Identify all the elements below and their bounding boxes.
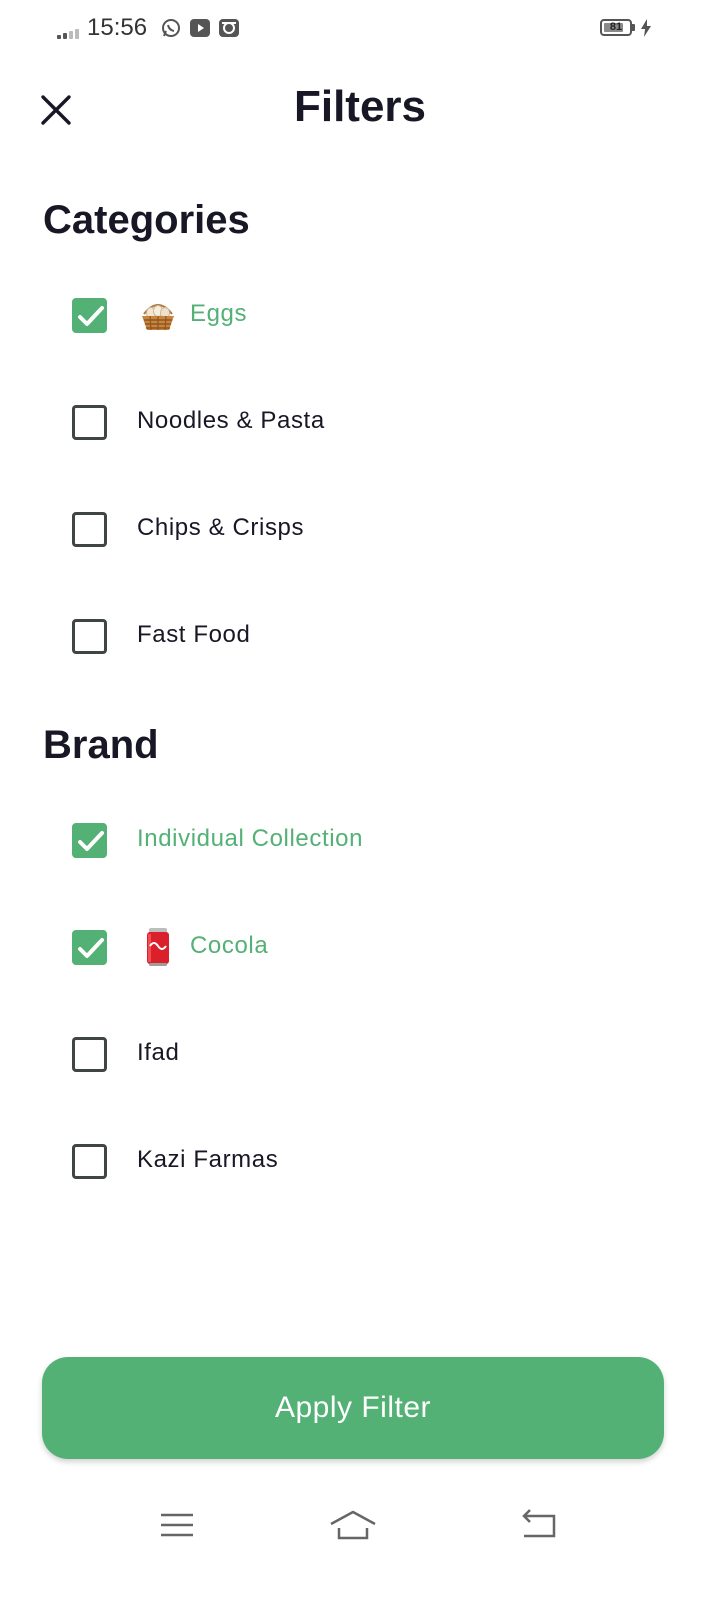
checkbox-checked[interactable] [72, 930, 107, 965]
option-label: Ifad [137, 1039, 180, 1066]
filter-option-individual-collection[interactable]: Individual Collection [70, 815, 670, 865]
system-nav-bar [0, 1490, 720, 1570]
checkbox-unchecked[interactable] [72, 405, 107, 440]
signal-icon [57, 27, 81, 39]
filter-option-chips-crisps[interactable]: Chips & Crisps [70, 504, 670, 554]
option-label: Individual Collection [137, 825, 364, 852]
filter-option-cocola[interactable]: Cocola [70, 922, 670, 972]
filter-option-ifad[interactable]: Ifad [70, 1029, 670, 1079]
checkbox-unchecked[interactable] [72, 619, 107, 654]
battery-level: 81 [609, 21, 623, 33]
option-label: Kazi Farmas [137, 1146, 279, 1173]
page-title: Filters [293, 82, 427, 131]
apply-filter-button[interactable]: Apply Filter [42, 1357, 664, 1459]
option-label: Fast Food [137, 621, 251, 648]
option-label: Cocola [190, 932, 269, 959]
instagram-icon [219, 19, 239, 37]
filter-option-fast-food[interactable]: Fast Food [70, 611, 670, 661]
section-title-categories: Categories [43, 198, 250, 242]
status-time: 15:56 [87, 14, 148, 41]
checkmark-icon [78, 831, 104, 851]
battery-tip [632, 24, 635, 31]
checkbox-unchecked[interactable] [72, 512, 107, 547]
home-icon[interactable] [323, 1500, 383, 1550]
youtube-icon [190, 19, 210, 37]
menu-icon[interactable] [147, 1500, 207, 1550]
checkbox-unchecked[interactable] [72, 1037, 107, 1072]
option-label: Noodles & Pasta [137, 407, 325, 434]
option-label: Chips & Crisps [137, 514, 305, 541]
checkbox-checked[interactable] [72, 298, 107, 333]
filter-option-noodles-pasta[interactable]: Noodles & Pasta [70, 397, 670, 447]
charging-icon [641, 19, 651, 37]
option-label: Eggs [190, 300, 248, 327]
whatsapp-icon [162, 19, 180, 37]
filter-option-eggs[interactable]: Eggs [70, 290, 670, 340]
checkbox-unchecked[interactable] [72, 1144, 107, 1179]
checkmark-icon [78, 306, 104, 326]
checkbox-checked[interactable] [72, 823, 107, 858]
cola-can-image [147, 928, 169, 966]
back-icon[interactable] [508, 1500, 568, 1550]
eggs-basket-image [142, 304, 174, 331]
battery-icon: 81 [600, 19, 632, 36]
checkmark-icon [78, 938, 104, 958]
section-title-brand: Brand [43, 723, 159, 767]
status-bar: 15:56 81 [0, 0, 720, 56]
filter-option-kazi-farmas[interactable]: Kazi Farmas [70, 1136, 670, 1186]
